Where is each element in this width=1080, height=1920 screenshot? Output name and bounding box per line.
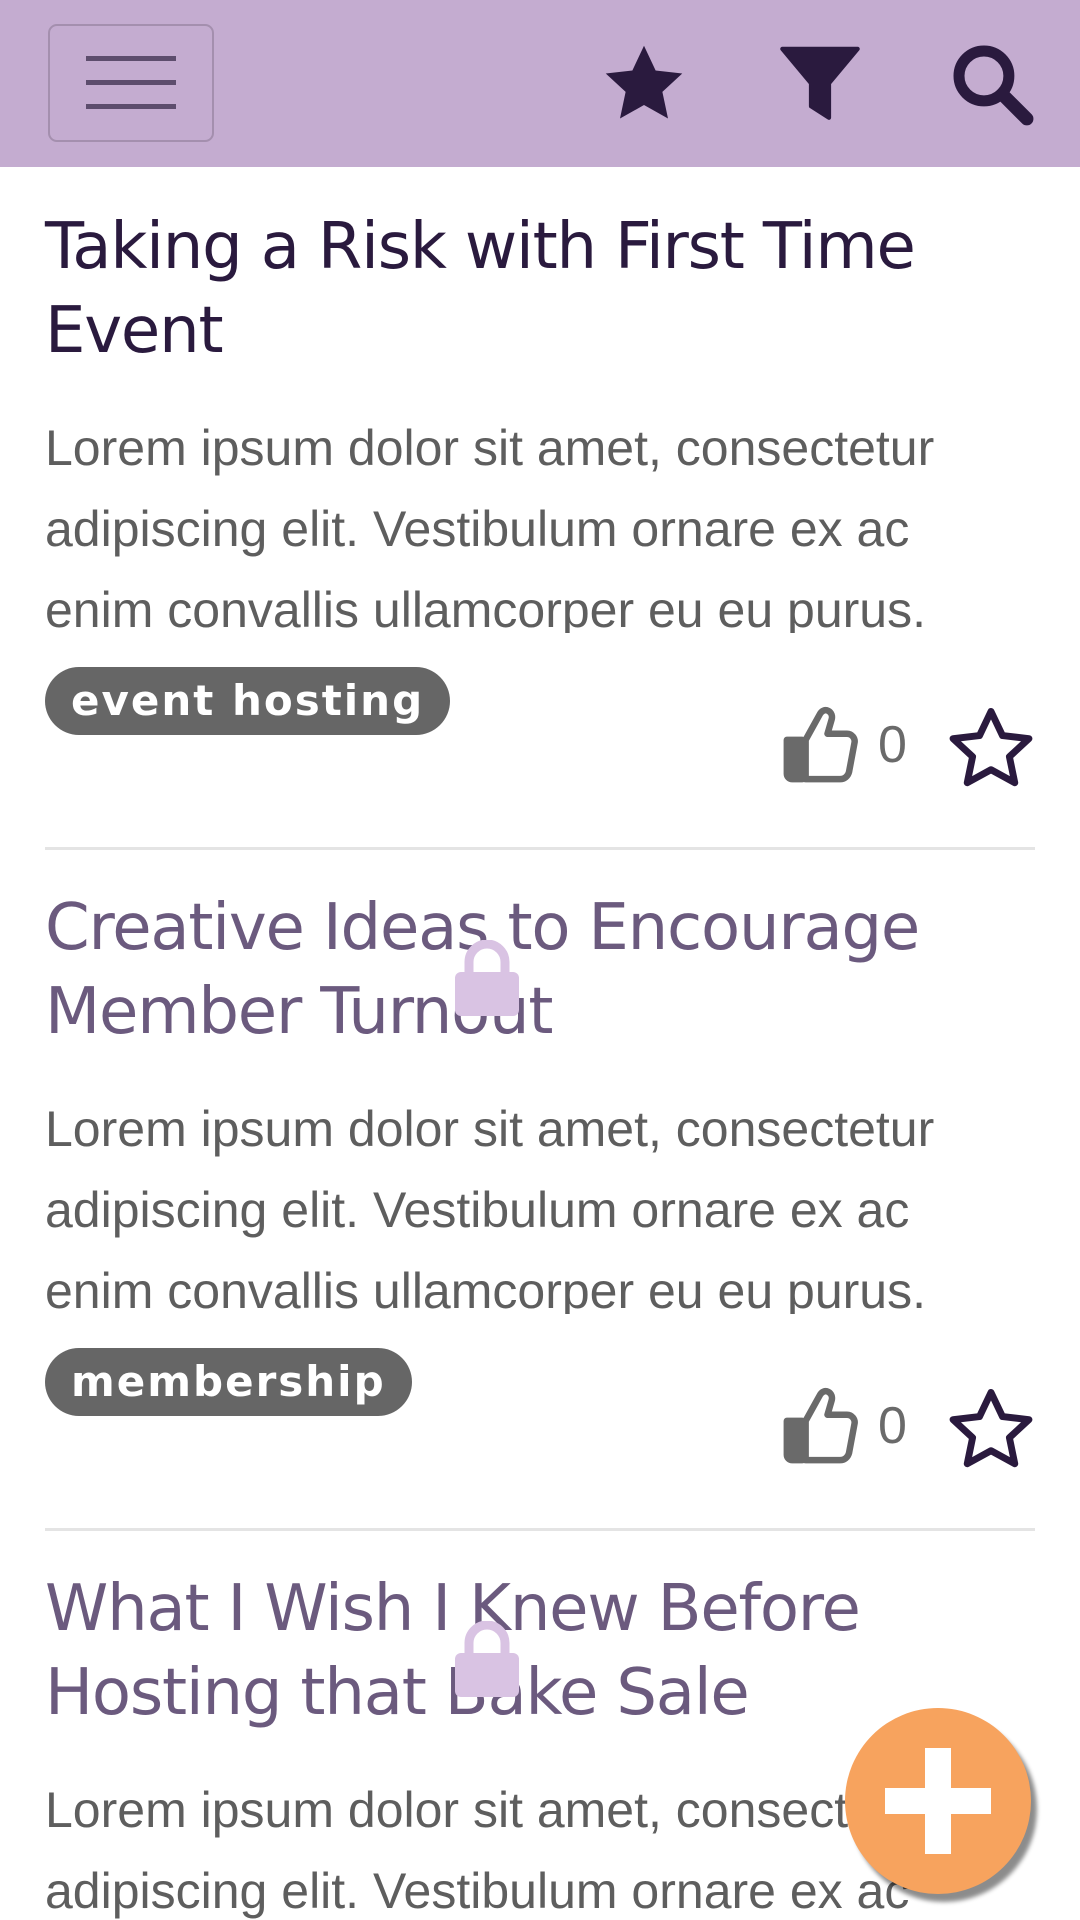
post-title[interactable]: Taking a Risk with First Time Event (45, 205, 1005, 373)
tag-chip[interactable]: membership (45, 1348, 412, 1416)
favorites-button[interactable] (596, 36, 692, 132)
post-excerpt: Lorem ipsum dolor sit amet, consectetur … (45, 1101, 935, 1314)
thumbs-up-icon (783, 706, 858, 783)
hamburger-icon (86, 56, 176, 109)
menu-button[interactable] (48, 24, 214, 142)
post-feed: Taking a Risk with First Time Event Lore… (0, 167, 1080, 1920)
divider (45, 1528, 1035, 1531)
like-button[interactable]: 0 (780, 1384, 907, 1468)
favorite-toggle[interactable] (945, 1384, 1037, 1476)
like-button[interactable]: 0 (780, 703, 907, 787)
star-outline-icon (949, 1388, 1033, 1468)
lock-icon (455, 1621, 519, 1697)
like-count: 0 (878, 1397, 907, 1455)
favorite-toggle[interactable] (945, 703, 1037, 795)
lock-icon (455, 940, 519, 1016)
filter-button[interactable] (772, 36, 868, 132)
star-icon (605, 45, 683, 119)
thumbs-up-icon (783, 1387, 858, 1464)
search-icon (953, 45, 1034, 126)
post-title[interactable]: What I Wish I Knew Before Hosting that B… (45, 1567, 1005, 1735)
like-count: 0 (878, 716, 907, 774)
top-app-bar (0, 0, 1080, 167)
post-title[interactable]: Creative Ideas to Encourage Member Turno… (45, 886, 1005, 1054)
tag-chip[interactable]: event hosting (45, 667, 451, 735)
search-button[interactable] (944, 36, 1040, 132)
add-post-button[interactable] (845, 1708, 1031, 1894)
star-outline-icon (949, 707, 1033, 787)
plus-icon (885, 1748, 991, 1854)
filter-icon (780, 46, 860, 120)
post-excerpt: Lorem ipsum dolor sit amet, consectetur … (45, 420, 935, 633)
divider (45, 847, 1035, 850)
